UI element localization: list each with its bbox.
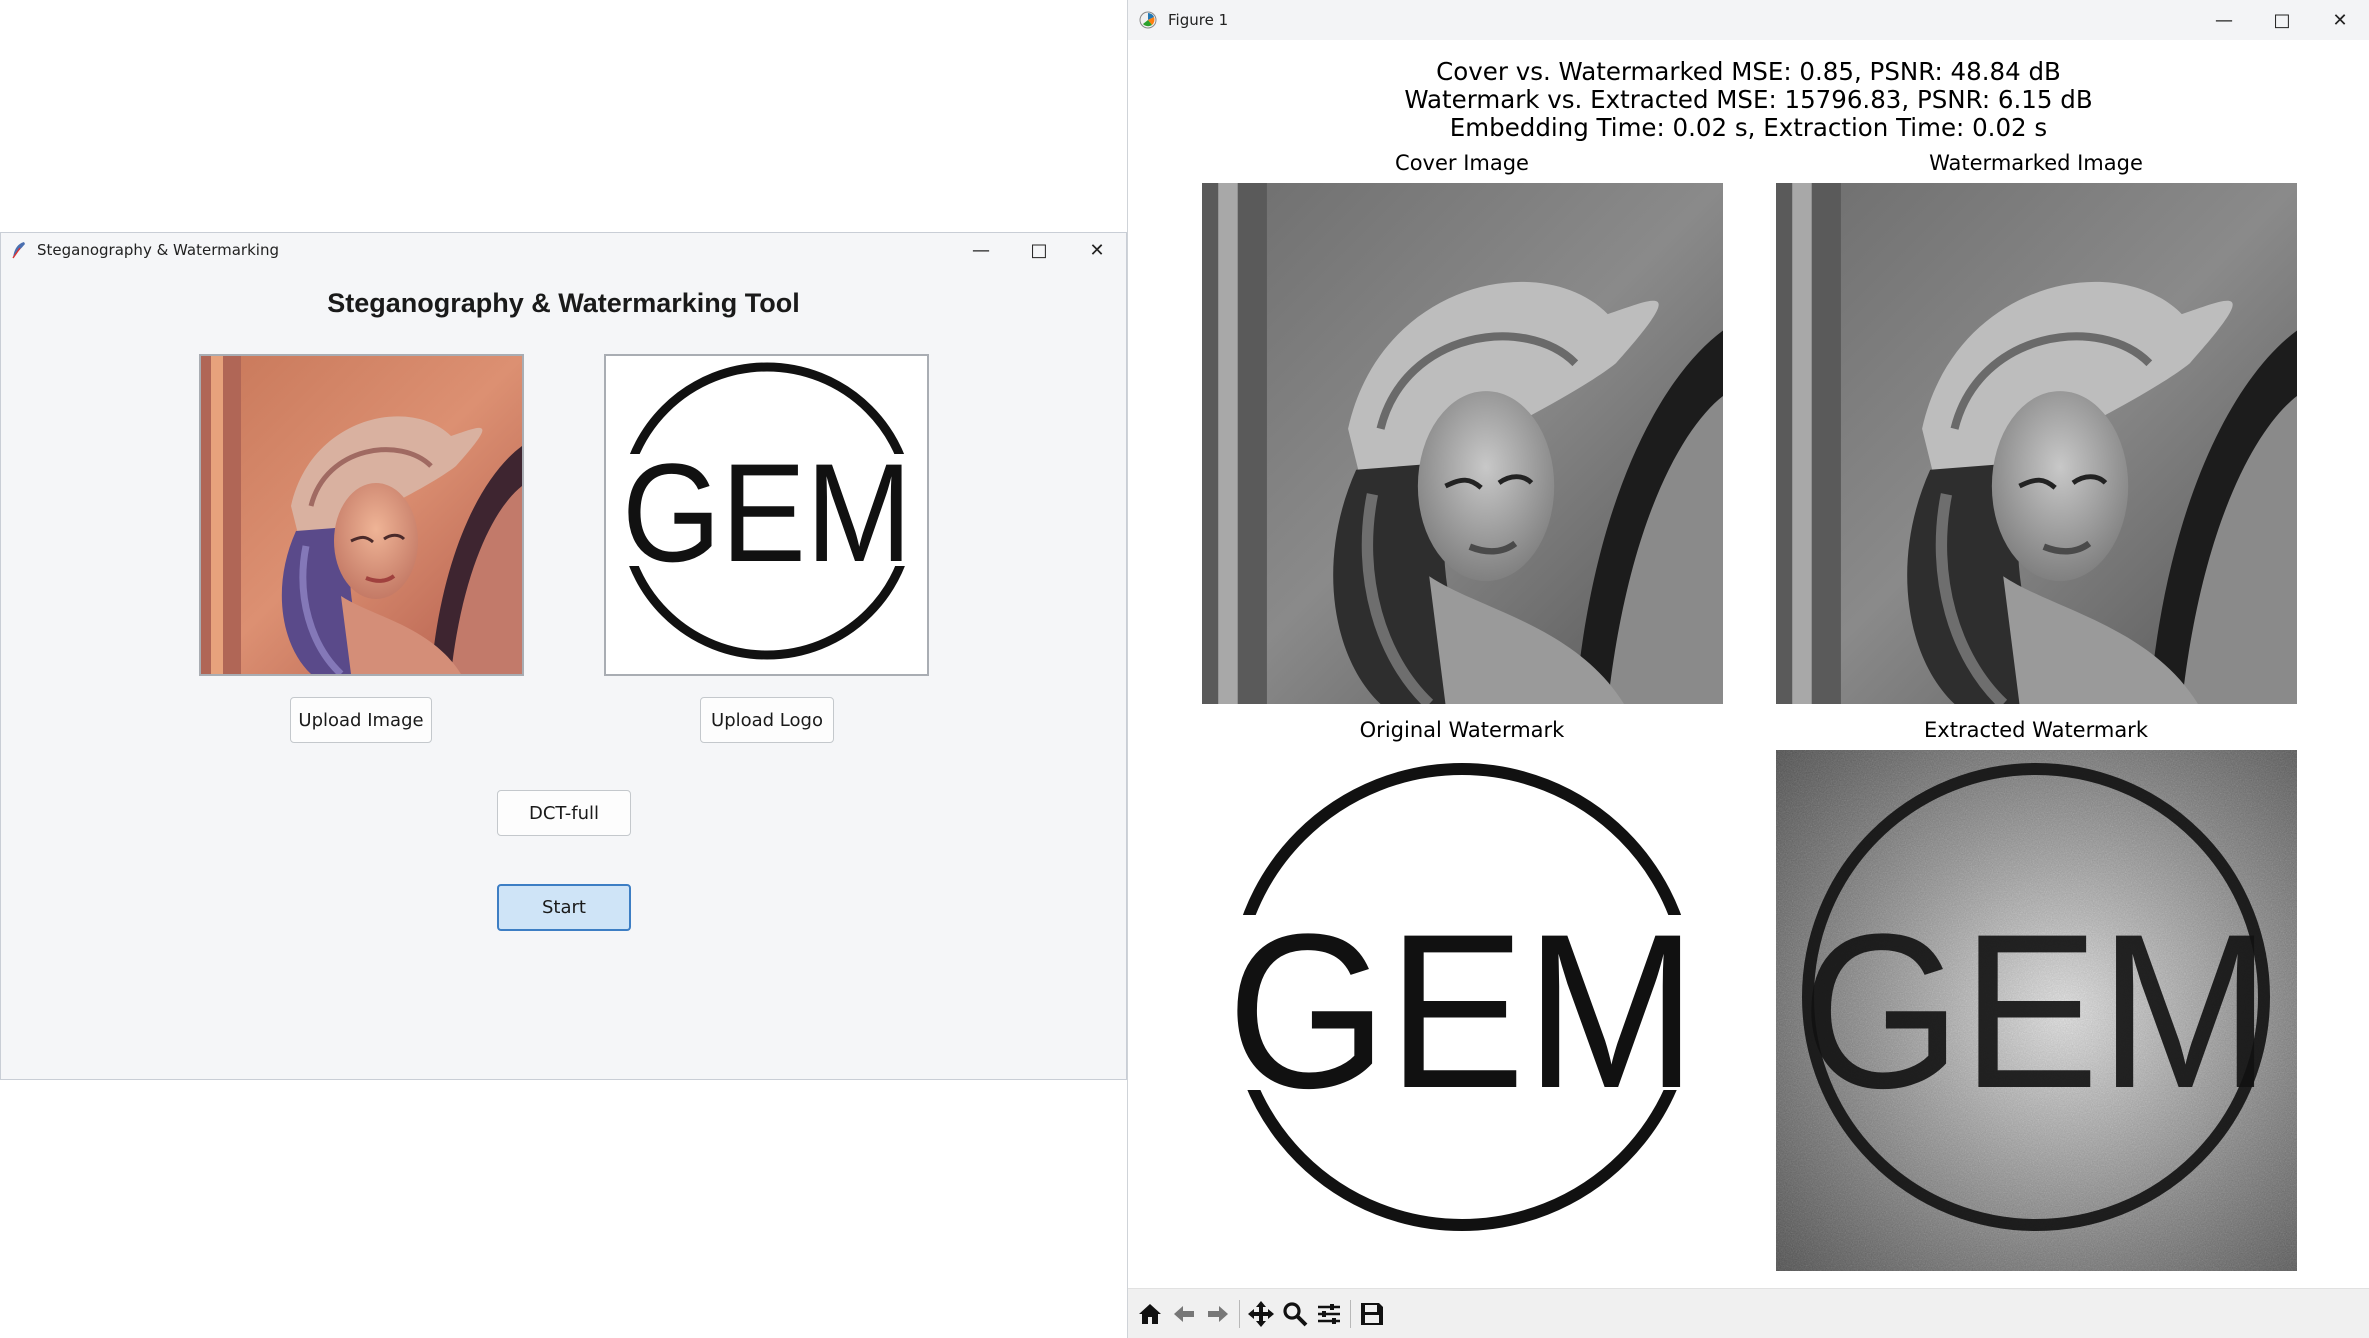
suptitle-line: Watermark vs. Extracted MSE: 15796.83, P… [1404,85,2093,114]
figure-suptitle: Cover vs. Watermarked MSE: 0.85, PSNR: 4… [1128,58,2369,142]
feather-icon [11,241,29,259]
figure-title: Figure 1 [1168,11,1229,29]
lena-gray-watermarked-image [1776,183,2297,704]
suptitle-line: Embedding Time: 0.02 s, Extraction Time:… [1449,113,2048,142]
gem-logo-image: GEM [606,356,927,674]
pan-icon[interactable] [1244,1295,1278,1333]
close-button[interactable]: ✕ [1068,233,1126,267]
toolbar-separator [1239,1299,1240,1328]
figure-minimize-button[interactable]: — [2195,0,2253,40]
toolbar-separator [1350,1299,1351,1328]
back-icon[interactable] [1167,1295,1201,1333]
start-button[interactable]: Start [497,884,631,931]
save-icon[interactable] [1355,1295,1389,1333]
suptitle-line: Cover vs. Watermarked MSE: 0.85, PSNR: 4… [1436,57,2061,86]
matplotlib-icon [1139,11,1157,29]
original-watermark-text: GEM [1227,888,1697,1134]
home-icon[interactable] [1133,1295,1167,1333]
cover-image-axes [1202,183,1723,704]
subplot-title-cover: Cover Image [1395,151,1529,175]
upload-logo-button[interactable]: Upload Logo [700,697,834,743]
original-watermark-image: GEM [1202,750,1723,1271]
stego-app-window: Steganography & Watermarking — □ ✕ Stega… [0,232,1127,1080]
upload-image-button[interactable]: Upload Image [290,697,432,743]
minimize-button[interactable]: — [952,233,1010,267]
subplot-title-watermarked: Watermarked Image [1929,151,2143,175]
matplotlib-toolbar [1128,1288,2369,1338]
configure-subplots-icon[interactable] [1312,1295,1346,1333]
watermarked-image-axes [1776,183,2297,704]
figure-titlebar[interactable]: Figure 1 — □ ✕ [1128,0,2369,40]
zoom-icon[interactable] [1278,1295,1312,1333]
figure-close-button[interactable]: ✕ [2311,0,2369,40]
original-watermark-axes: GEM [1202,750,1723,1271]
figure-window: Figure 1 — □ ✕ Cover vs. Watermarked MSE… [1127,0,2369,1338]
logo-text: GEM [622,434,912,591]
extracted-watermark-image: GEM [1776,750,2297,1271]
logo-preview: GEM [604,354,929,676]
method-select-button[interactable]: DCT-full [497,790,631,836]
figure-maximize-button[interactable]: □ [2253,0,2311,40]
lena-color-image [201,356,522,674]
app-titlebar[interactable]: Steganography & Watermarking — □ ✕ [1,233,1126,267]
app-heading: Steganography & Watermarking Tool [327,288,800,318]
forward-icon[interactable] [1201,1295,1235,1333]
app-title: Steganography & Watermarking [37,241,279,259]
extracted-watermark-text: GEM [1801,888,2271,1134]
cover-image-preview [199,354,524,676]
extracted-watermark-axes: GEM [1776,750,2297,1271]
subplot-title-extracted-watermark: Extracted Watermark [1924,718,2148,742]
lena-gray-image [1202,183,1723,704]
subplot-title-original-watermark: Original Watermark [1359,718,1565,742]
maximize-button[interactable]: □ [1010,233,1068,267]
